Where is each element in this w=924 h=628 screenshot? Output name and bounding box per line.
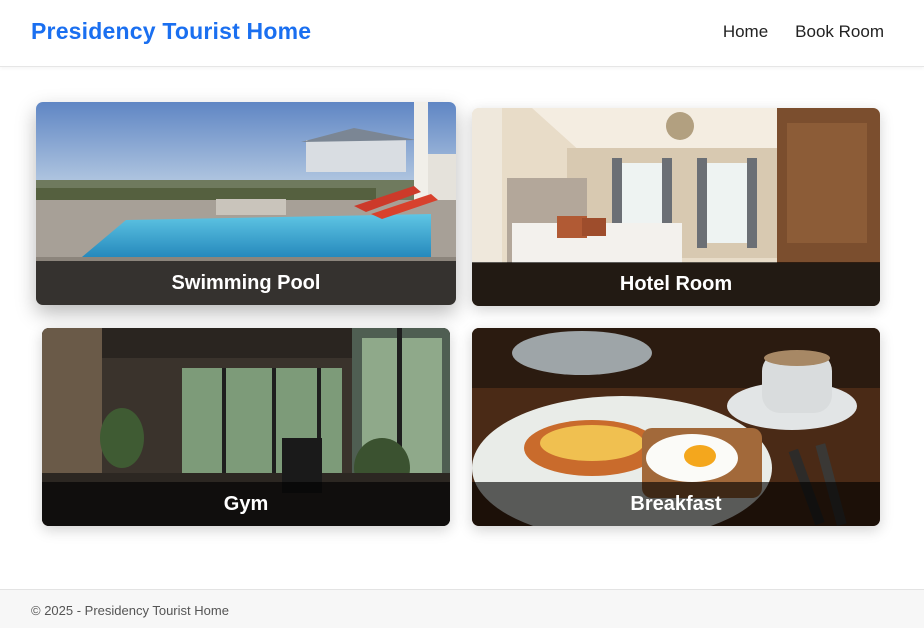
- card-label-swimming-pool: Swimming Pool: [171, 271, 321, 294]
- card-caption: Swimming Pool: [36, 261, 456, 305]
- card-caption: Hotel Room: [472, 262, 880, 306]
- brand-link[interactable]: Presidency Tourist Home: [31, 18, 311, 45]
- nav-links: Home Book Room: [723, 22, 884, 42]
- nav-link-home[interactable]: Home: [723, 22, 768, 42]
- footer-copyright: © 2025 - Presidency Tourist Home: [31, 603, 229, 618]
- card-hotel-room[interactable]: Hotel Room: [472, 108, 880, 306]
- card-label-breakfast: Breakfast: [630, 492, 722, 515]
- nav-link-book-room[interactable]: Book Room: [795, 22, 884, 42]
- footer: © 2025 - Presidency Tourist Home: [0, 589, 924, 628]
- card-gym[interactable]: Gym: [42, 328, 450, 526]
- navbar: Presidency Tourist Home Home Book Room: [0, 0, 924, 67]
- card-label-hotel-room: Hotel Room: [619, 272, 733, 295]
- card-breakfast[interactable]: Breakfast: [472, 328, 880, 526]
- card-swimming-pool[interactable]: Swimming Pool: [36, 102, 456, 305]
- card-label-gym: Gym: [223, 492, 269, 515]
- card-caption: Breakfast: [472, 482, 880, 526]
- card-caption: Gym: [42, 482, 450, 526]
